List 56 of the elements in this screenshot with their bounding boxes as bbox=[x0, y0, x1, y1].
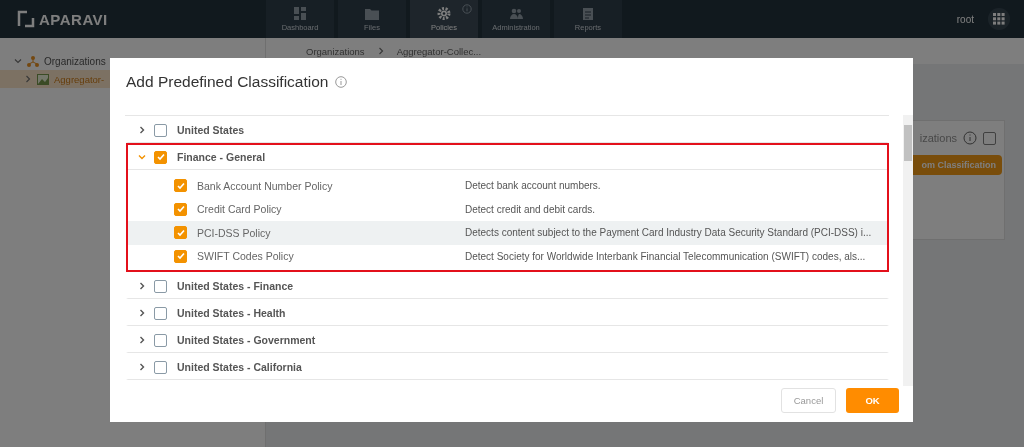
checkbox[interactable] bbox=[174, 226, 187, 240]
chevron-icon[interactable] bbox=[24, 75, 32, 83]
policy-row[interactable]: Credit Card Policy Detect credit and debit cards. bbox=[128, 197, 887, 221]
group-label: Finance - General bbox=[177, 151, 266, 163]
info-icon bbox=[335, 76, 348, 88]
policy-row[interactable]: Bank Account Number Policy Detect bank account numbers. bbox=[128, 174, 887, 198]
group-label: United States - Health bbox=[177, 307, 286, 319]
policy-description: Detect Society for Worldwide Interbank Financial Telecommunication (SWIFT) codes, als... bbox=[465, 250, 866, 262]
apps-grid-icon[interactable] bbox=[988, 8, 1010, 30]
policy-name: Credit Card Policy bbox=[197, 203, 283, 216]
checkbox[interactable] bbox=[154, 150, 167, 164]
chevron-icon[interactable] bbox=[138, 282, 146, 290]
group-label: United States bbox=[177, 124, 245, 136]
checkbox[interactable] bbox=[154, 360, 167, 374]
image-icon bbox=[37, 73, 49, 85]
clipboard-icon bbox=[581, 6, 595, 20]
policy-description: Detects content subject to the Payment Card Industry Data Security Standard (PCI-DSS) i... bbox=[465, 227, 872, 239]
chevron-icon[interactable] bbox=[138, 363, 146, 371]
policy-name: SWIFT Codes Policy bbox=[197, 250, 295, 263]
logo-icon bbox=[17, 10, 35, 28]
user-name[interactable]: root bbox=[956, 13, 974, 25]
cancel-button[interactable]: Cancel bbox=[781, 388, 836, 413]
checkbox[interactable] bbox=[154, 333, 167, 347]
tree-item[interactable]: Organizations bbox=[0, 52, 265, 70]
chevron-icon[interactable] bbox=[138, 309, 146, 317]
policy-row[interactable]: PCI-DSS Policy Detects content subject to the Payment Card Industry Data Security Standard (PCI-DSS) i... bbox=[128, 221, 887, 245]
breadcrumb-link[interactable]: Organizations bbox=[306, 45, 365, 57]
policy-description: Detect bank account numbers. bbox=[465, 180, 601, 192]
group-label: United States - Finance bbox=[177, 280, 294, 292]
scrollbar[interactable] bbox=[903, 115, 913, 386]
policy-name: PCI-DSS Policy bbox=[197, 226, 272, 239]
chevron-icon[interactable] bbox=[138, 336, 146, 344]
checkbox[interactable] bbox=[174, 202, 187, 216]
checkbox[interactable] bbox=[154, 123, 167, 137]
checkbox[interactable] bbox=[154, 306, 167, 320]
policy-name: Bank Account Number Policy bbox=[197, 179, 334, 192]
breadcrumb-link[interactable]: Aggregator-Collec... bbox=[396, 45, 482, 57]
chevron-icon[interactable] bbox=[14, 57, 22, 65]
info-icon bbox=[963, 131, 977, 145]
gear-icon bbox=[437, 6, 451, 20]
checkbox[interactable] bbox=[154, 279, 167, 293]
checkbox[interactable] bbox=[174, 179, 187, 193]
policy-description: Detect credit and debit cards. bbox=[465, 203, 596, 215]
ok-button[interactable]: OK bbox=[846, 388, 899, 413]
group-label: United States - California bbox=[177, 361, 302, 373]
checkbox[interactable] bbox=[174, 249, 187, 263]
chevron-icon[interactable] bbox=[138, 126, 146, 134]
dashboard-icon bbox=[293, 6, 307, 20]
logo-text: APARAVI bbox=[39, 10, 108, 28]
policy-row[interactable]: SWIFT Codes Policy Detect Society for Worldwide Interbank Financial Telecommunication (SWIFT) codes, als... bbox=[128, 244, 887, 268]
hierarchy-icon bbox=[27, 55, 39, 67]
folder-icon bbox=[365, 6, 379, 20]
group-label: United States - Government bbox=[177, 334, 316, 346]
checkbox[interactable] bbox=[983, 131, 996, 145]
chevron-icon bbox=[376, 47, 385, 55]
people-icon bbox=[509, 6, 523, 20]
